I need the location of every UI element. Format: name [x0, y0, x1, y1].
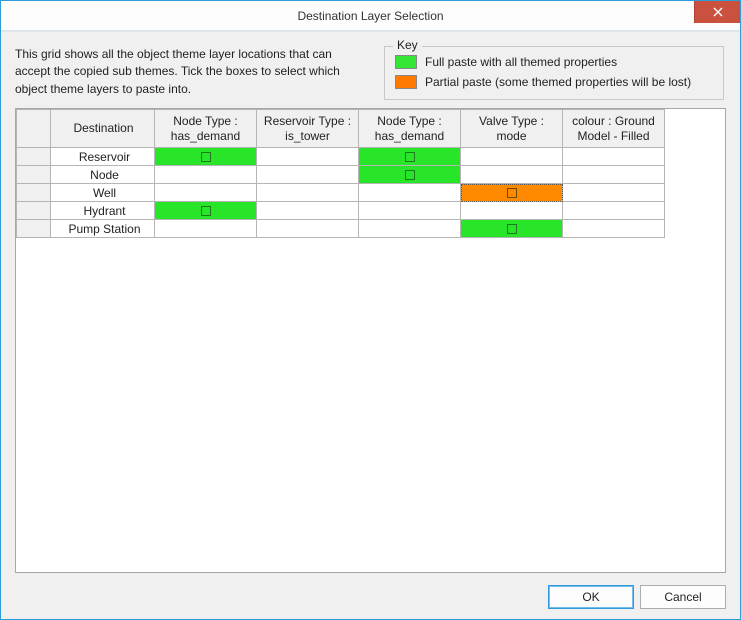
table-row: Node — [17, 166, 665, 184]
paste-checkbox[interactable] — [155, 202, 256, 219]
paste-checkbox-cell — [155, 184, 257, 202]
key-row: Partial paste (some themed properties wi… — [395, 71, 713, 91]
close-button[interactable] — [694, 1, 740, 23]
description-text: This grid shows all the object theme lay… — [15, 46, 370, 100]
destination-cell: Hydrant — [51, 202, 155, 220]
paste-checkbox-cell — [563, 202, 665, 220]
destination-cell: Reservoir — [51, 148, 155, 166]
checkbox-icon — [405, 170, 415, 180]
destination-cell: Well — [51, 184, 155, 202]
checkbox-icon — [201, 206, 211, 216]
paste-checkbox-cell[interactable] — [461, 184, 563, 202]
close-icon — [713, 7, 723, 17]
key-row-label: Full paste with all themed properties — [425, 55, 617, 69]
dialog-buttons: OK Cancel — [15, 573, 726, 609]
paste-checkbox[interactable] — [155, 148, 256, 165]
paste-checkbox-cell — [155, 166, 257, 184]
checkbox-icon — [405, 152, 415, 162]
paste-checkbox-cell — [359, 220, 461, 238]
row-header[interactable] — [17, 166, 51, 184]
key-row: Full paste with all themed properties — [395, 51, 713, 71]
paste-checkbox-cell[interactable] — [359, 166, 461, 184]
paste-checkbox-cell — [563, 166, 665, 184]
table-row: Reservoir — [17, 148, 665, 166]
ok-button[interactable]: OK — [548, 585, 634, 609]
paste-checkbox[interactable] — [461, 184, 562, 201]
column-header[interactable]: Node Type : has_demand — [155, 110, 257, 148]
row-header[interactable] — [17, 220, 51, 238]
titlebar: Destination Layer Selection — [1, 1, 740, 31]
orange-swatch — [395, 75, 417, 89]
row-header-blank — [17, 110, 51, 148]
column-header[interactable]: Valve Type : mode — [461, 110, 563, 148]
column-header[interactable]: Destination — [51, 110, 155, 148]
paste-checkbox-cell — [257, 184, 359, 202]
paste-checkbox-cell — [563, 148, 665, 166]
paste-checkbox-cell — [257, 148, 359, 166]
paste-checkbox-cell — [461, 148, 563, 166]
table-row: Hydrant — [17, 202, 665, 220]
paste-checkbox-cell — [155, 220, 257, 238]
destination-cell: Pump Station — [51, 220, 155, 238]
paste-checkbox-cell[interactable] — [155, 148, 257, 166]
checkbox-icon — [507, 224, 517, 234]
window-title: Destination Layer Selection — [297, 9, 443, 23]
paste-checkbox-cell — [359, 184, 461, 202]
paste-checkbox-cell — [563, 220, 665, 238]
paste-checkbox-cell[interactable] — [155, 202, 257, 220]
cancel-button[interactable]: Cancel — [640, 585, 726, 609]
paste-checkbox[interactable] — [359, 148, 460, 165]
destination-cell: Node — [51, 166, 155, 184]
paste-checkbox-cell — [461, 166, 563, 184]
key-groupbox: Key Full paste with all themed propertie… — [384, 46, 724, 100]
grid-container[interactable]: DestinationNode Type : has_demandReservo… — [15, 108, 726, 573]
checkbox-icon — [201, 152, 211, 162]
paste-checkbox[interactable] — [359, 166, 460, 183]
paste-checkbox-cell — [257, 202, 359, 220]
paste-checkbox-cell[interactable] — [359, 148, 461, 166]
destination-grid: DestinationNode Type : has_demandReservo… — [16, 109, 665, 238]
paste-checkbox-cell — [257, 166, 359, 184]
column-header[interactable]: colour : Ground Model - Filled — [563, 110, 665, 148]
column-header[interactable]: Node Type : has_demand — [359, 110, 461, 148]
green-swatch — [395, 55, 417, 69]
paste-checkbox-cell — [563, 184, 665, 202]
top-row: This grid shows all the object theme lay… — [15, 46, 726, 100]
checkbox-icon — [507, 188, 517, 198]
paste-checkbox-cell — [359, 202, 461, 220]
row-header[interactable] — [17, 184, 51, 202]
paste-checkbox-cell — [257, 220, 359, 238]
client-area: This grid shows all the object theme lay… — [1, 31, 740, 619]
key-row-label: Partial paste (some themed properties wi… — [425, 75, 691, 89]
key-label: Key — [393, 38, 422, 52]
table-row: Pump Station — [17, 220, 665, 238]
paste-checkbox-cell — [461, 202, 563, 220]
row-header[interactable] — [17, 202, 51, 220]
paste-checkbox-cell[interactable] — [461, 220, 563, 238]
table-row: Well — [17, 184, 665, 202]
dialog-window: Destination Layer Selection This grid sh… — [0, 0, 741, 620]
row-header[interactable] — [17, 148, 51, 166]
paste-checkbox[interactable] — [461, 220, 562, 237]
column-header[interactable]: Reservoir Type : is_tower — [257, 110, 359, 148]
